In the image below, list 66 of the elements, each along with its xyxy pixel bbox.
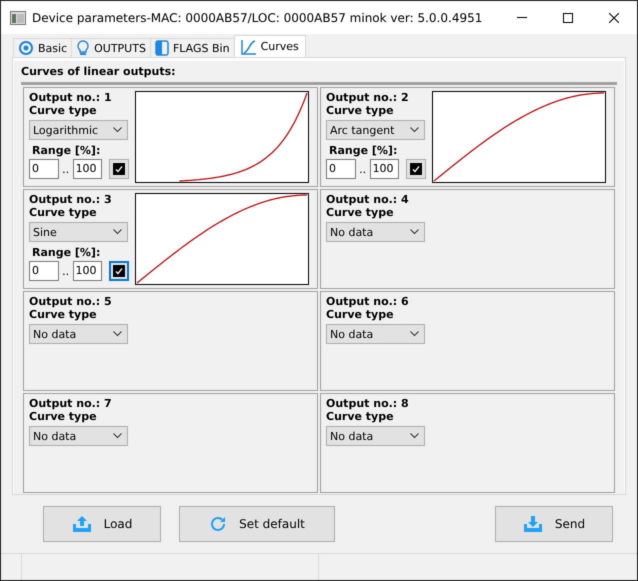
output-title: Output no.: 8 (326, 397, 410, 410)
tab[interactable]: Curves (234, 35, 306, 57)
chevron-icon (410, 331, 419, 337)
output-title: Output no.: 7 (29, 397, 113, 410)
chevron-icon (410, 127, 419, 133)
chevron-icon (113, 433, 122, 439)
app-icon (10, 10, 26, 24)
range-to-field[interactable]: 100 (72, 261, 102, 281)
chevron-icon (410, 433, 419, 439)
output-title: Output no.: 5 (29, 295, 113, 308)
curve-type-dropdown[interactable]: No data (326, 222, 425, 242)
toggle-icon (154, 40, 169, 56)
range-separator: .. (61, 162, 70, 176)
close-icon (609, 12, 619, 22)
checkbox[interactable] (109, 261, 129, 281)
curve-type-dropdown[interactable]: No data (326, 426, 425, 446)
range-separator: .. (61, 264, 70, 278)
curve-icon (240, 38, 257, 54)
output-title: Output no.: 6 (326, 295, 410, 308)
curve-type-dropdown[interactable]: No data (29, 426, 128, 446)
range-from-field[interactable]: 0 (29, 159, 59, 179)
bulb-icon (76, 40, 90, 56)
refresh-icon (209, 515, 228, 533)
range-to-field[interactable]: 100 (370, 159, 400, 179)
range-from-field[interactable]: 0 (326, 159, 356, 179)
range-label: Range [%]: (31, 144, 102, 157)
action-button[interactable]: Set default (179, 506, 335, 542)
chevron-icon (113, 229, 122, 235)
curve-type-label: Curve type (326, 206, 395, 219)
chevron-icon (113, 331, 122, 337)
curve-type-dropdown[interactable]: No data (326, 324, 425, 344)
range-label: Range [%]: (328, 144, 398, 157)
curve-type-label: Curve type (29, 308, 98, 321)
download-icon (522, 515, 543, 533)
checkbox[interactable] (406, 159, 426, 179)
curve-type-label: Curve type (326, 104, 395, 117)
maximize-icon (563, 12, 573, 22)
output-title: Output no.: 1 (29, 91, 113, 104)
tab[interactable]: Basic (13, 38, 72, 57)
curve-type-dropdown[interactable]: No data (29, 324, 128, 344)
range-label: Range [%]: (31, 246, 102, 259)
range-to-field[interactable]: 100 (72, 159, 102, 179)
range-from-field[interactable]: 0 (29, 261, 59, 281)
curve-type-dropdown[interactable]: Sine (29, 222, 128, 242)
group-title: Curves of linear outputs: (21, 64, 177, 80)
output-title: Output no.: 2 (326, 91, 410, 104)
chevron-icon (113, 127, 122, 133)
chevron-icon (410, 229, 419, 235)
action-button[interactable]: Load (43, 506, 161, 542)
curve-type-label: Curve type (29, 206, 98, 219)
upload-icon (72, 515, 92, 533)
tab[interactable]: FLAGS Bin (150, 38, 235, 57)
curve-type-label: Curve type (29, 104, 98, 117)
curve-type-label: Curve type (326, 308, 395, 321)
tab[interactable]: OUTPUTS (71, 38, 151, 57)
action-button[interactable]: Send (495, 506, 613, 542)
curve-type-label: Curve type (326, 410, 395, 423)
output-title: Output no.: 4 (326, 193, 410, 206)
window-title: Device parameters-MAC: 0000AB57/LOC: 0000AB57 minok ver: 5.0.0.4951 (32, 10, 484, 24)
curve-type-dropdown[interactable]: Arc tangent (326, 120, 425, 140)
minimize-icon (517, 17, 527, 18)
checkbox[interactable] (109, 159, 130, 179)
range-separator: .. (358, 162, 368, 176)
curve-type-dropdown[interactable]: Logarithmic (29, 120, 128, 140)
output-title: Output no.: 3 (29, 193, 113, 206)
curve-type-label: Curve type (29, 410, 98, 423)
